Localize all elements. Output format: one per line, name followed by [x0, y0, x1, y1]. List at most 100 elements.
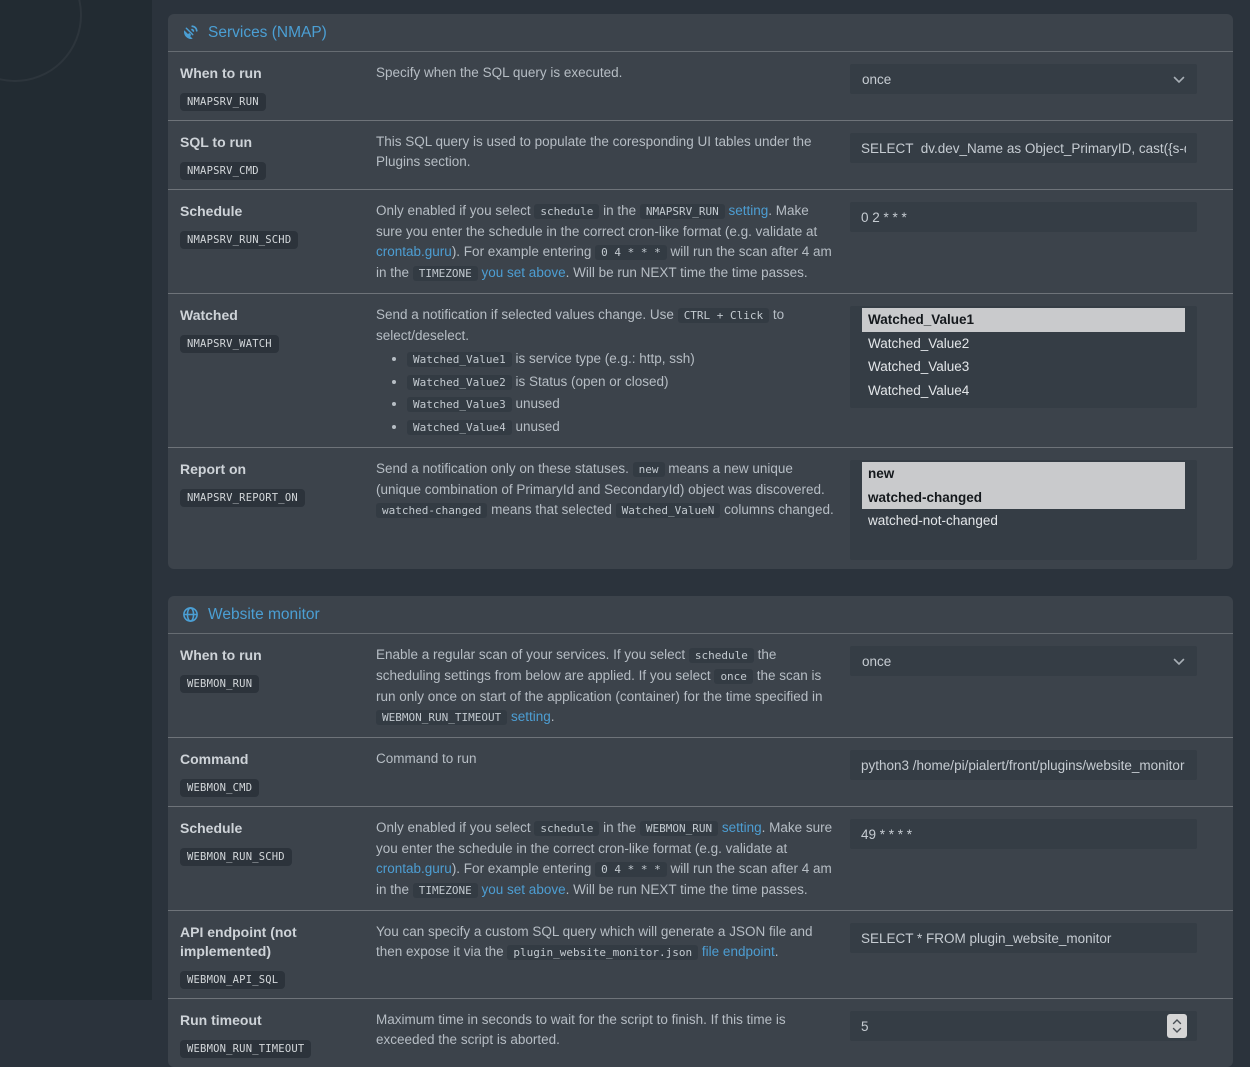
- setting-label: When to run: [180, 646, 352, 665]
- listbox-option[interactable]: Watched_Value4: [862, 379, 1185, 403]
- description-text: ). For example entering: [452, 244, 595, 259]
- setting-label: When to run: [180, 64, 352, 83]
- section-header-website-monitor: Website monitor: [168, 596, 1233, 634]
- setting-description: Specify when the SQL query is executed.: [376, 61, 850, 111]
- setting-description: You can specify a custom SQL query which…: [376, 920, 850, 989]
- settings-main: Services (NMAP)When to runNMAPSRV_RUNSpe…: [152, 0, 1250, 1000]
- listbox-option[interactable]: Watched_Value2: [862, 332, 1185, 356]
- description-text: is Status (open or closed): [512, 374, 669, 389]
- inline-code: TIMEZONE: [413, 266, 478, 281]
- bullet-item: Watched_Value1 is service type (e.g.: ht…: [407, 348, 834, 371]
- setting-control-column: [850, 920, 1197, 989]
- inline-link[interactable]: file endpoint: [702, 944, 775, 959]
- setting-label-column: API endpoint (not implemented)WEBMON_API…: [180, 920, 376, 989]
- setting-label-column: Run timeoutWEBMON_RUN_TIMEOUT: [180, 1008, 376, 1058]
- setting-row-nmapsrv_cmd: SQL to runNMAPSRV_CMDThis SQL query is u…: [168, 120, 1233, 189]
- bullet-item: Watched_Value4 unused: [407, 416, 834, 439]
- inline-code: Watched_Value2: [407, 375, 512, 390]
- inline-link[interactable]: you set above: [482, 265, 566, 280]
- setting-row-webmon_api_sql: API endpoint (not implemented)WEBMON_API…: [168, 910, 1233, 998]
- setting-label-column: When to run WEBMON_RUN: [180, 643, 376, 728]
- webmon_run-select[interactable]: once: [850, 646, 1197, 676]
- setting-label-column: CommandWEBMON_CMD: [180, 747, 376, 797]
- nmapsrv_watch-listbox[interactable]: Watched_Value1Watched_Value2Watched_Valu…: [850, 306, 1197, 408]
- bullet-item: Watched_Value2 is Status (open or closed…: [407, 371, 834, 394]
- inline-link[interactable]: you set above: [482, 882, 566, 897]
- setting-code-badge: NMAPSRV_REPORT_ON: [180, 489, 305, 507]
- nmapsrv_cmd-input[interactable]: [850, 133, 1197, 163]
- description-text: ). For example entering: [452, 861, 595, 876]
- setting-label-column: ScheduleWEBMON_RUN_SCHD: [180, 816, 376, 901]
- setting-control-column: once: [850, 61, 1197, 111]
- inline-link[interactable]: crontab.guru: [376, 244, 452, 259]
- description-text: in the: [599, 203, 640, 218]
- section-services-nmap: Services (NMAP)When to runNMAPSRV_RUNSpe…: [168, 14, 1233, 569]
- inline-code: Watched_ValueN: [616, 503, 721, 518]
- section-website-monitor: Website monitorWhen to runWEBMON_RUNEnab…: [168, 596, 1233, 1067]
- inline-code: new: [633, 462, 665, 477]
- setting-label-column: ScheduleNMAPSRV_RUN_SCHD: [180, 199, 376, 284]
- setting-row-nmapsrv_run_schd: ScheduleNMAPSRV_RUN_SCHDOnly enabled if …: [168, 189, 1233, 293]
- setting-label: Command: [180, 750, 352, 769]
- description-text: Maximum time in seconds to wait for the …: [376, 1012, 786, 1047]
- description-text: unused: [512, 419, 560, 434]
- select-value: once: [862, 72, 891, 87]
- setting-row-webmon_run_timeout: Run timeoutWEBMON_RUN_TIMEOUTMaximum tim…: [168, 998, 1233, 1067]
- select-value: once: [862, 654, 891, 669]
- inline-link[interactable]: setting: [722, 820, 762, 835]
- setting-label: Run timeout: [180, 1011, 352, 1030]
- listbox-option[interactable]: new: [862, 462, 1185, 486]
- description-text: This SQL query is used to populate the c…: [376, 134, 812, 169]
- globe-icon: [182, 606, 199, 623]
- setting-control-column: Watched_Value1Watched_Value2Watched_Valu…: [850, 303, 1197, 438]
- setting-label-column: Report on NMAPSRV_REPORT_ON: [180, 457, 376, 560]
- description-text: Specify when the SQL query is executed.: [376, 65, 622, 80]
- nmapsrv_run-select[interactable]: once: [850, 64, 1197, 94]
- listbox-option[interactable]: Watched_Value3: [862, 355, 1185, 379]
- setting-control-column: [850, 816, 1197, 901]
- webmon_api_sql-input[interactable]: [850, 923, 1197, 953]
- setting-description: Send a notification if selected values c…: [376, 303, 850, 438]
- setting-control-column: [850, 747, 1197, 797]
- description-text: Only enabled if you select: [376, 820, 534, 835]
- setting-code-badge: NMAPSRV_RUN: [180, 93, 266, 111]
- inline-link[interactable]: setting: [511, 709, 551, 724]
- inline-code: 0 4 * * *: [595, 862, 667, 877]
- webmon_cmd-input[interactable]: [850, 750, 1197, 780]
- setting-label: Report on: [180, 460, 352, 479]
- setting-control-column: 5: [850, 1008, 1197, 1058]
- webmon_run_schd-input[interactable]: [850, 819, 1197, 849]
- setting-control-column: [850, 199, 1197, 284]
- listbox-option[interactable]: watched-not-changed: [862, 509, 1185, 533]
- inline-link[interactable]: crontab.guru: [376, 861, 452, 876]
- setting-row-nmapsrv_watch: WatchedNMAPSRV_WATCHSend a notification …: [168, 293, 1233, 447]
- setting-control-column: newwatched-changedwatched-not-changed: [850, 457, 1197, 560]
- setting-row-webmon_run: When to runWEBMON_RUNEnable a regular sc…: [168, 634, 1233, 737]
- setting-code-badge: WEBMON_RUN: [180, 675, 259, 693]
- inline-code: NMAPSRV_RUN: [640, 204, 725, 219]
- description-text: columns changed.: [720, 502, 833, 517]
- section-title: Website monitor: [208, 606, 320, 624]
- setting-description: Maximum time in seconds to wait for the …: [376, 1008, 850, 1058]
- number-spinner[interactable]: [1167, 1014, 1187, 1038]
- listbox-option[interactable]: Watched_Value1: [862, 308, 1185, 332]
- inline-code: watched-changed: [376, 503, 487, 518]
- inline-link[interactable]: setting: [728, 203, 768, 218]
- nmapsrv_report_on-listbox[interactable]: newwatched-changedwatched-not-changed: [850, 460, 1197, 560]
- description-text: Send a notification only on these status…: [376, 461, 633, 476]
- setting-label-column: When to run NMAPSRV_RUN: [180, 61, 376, 111]
- setting-code-badge: WEBMON_RUN_SCHD: [180, 848, 292, 866]
- setting-code-badge: NMAPSRV_WATCH: [180, 335, 279, 353]
- inline-code: WEBMON_RUN: [640, 821, 718, 836]
- setting-code-badge: WEBMON_API_SQL: [180, 971, 285, 989]
- setting-description: Only enabled if you select schedule in t…: [376, 816, 850, 901]
- inline-code: Watched_Value1: [407, 352, 512, 367]
- nmapsrv_run_schd-input[interactable]: [850, 202, 1197, 232]
- section-body: When to run NMAPSRV_RUN Specify when the S…: [168, 52, 1233, 569]
- webmon_run_timeout-number-input[interactable]: 5: [850, 1011, 1197, 1041]
- description-text: unused: [512, 396, 560, 411]
- description-text: means that selected: [487, 502, 615, 517]
- listbox-option[interactable]: watched-changed: [862, 486, 1185, 510]
- description-text: .: [551, 709, 555, 724]
- description-text: . Will be run NEXT time the time passes.: [566, 265, 808, 280]
